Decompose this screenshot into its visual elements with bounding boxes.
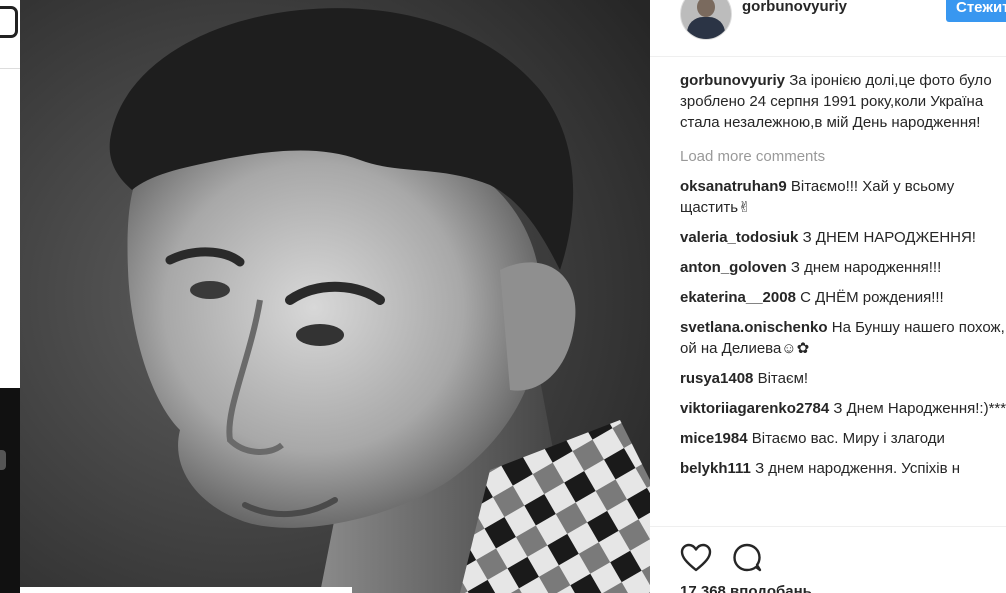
comment-item: mice1984 Вітаємо вас. Миру і злагоди [680, 428, 1006, 449]
comment-text: З днем народження!!! [790, 259, 942, 276]
background-thumbnail [0, 388, 20, 593]
comment-item: valeria_todosiuk З ДНЕМ НАРОДЖЕННЯ! [680, 227, 1006, 248]
comment-text: С ДНЁМ рождения!!! [800, 289, 944, 306]
comment-item: anton_goloven З днем народження!!! [680, 257, 1006, 278]
divider [0, 68, 20, 69]
portrait-image [20, 0, 650, 593]
avatar[interactable] [680, 0, 732, 40]
comment-item: ekaterina__2008 С ДНЁМ рождения!!! [680, 287, 1006, 308]
likes-count[interactable]: 17 368 вподобань [680, 583, 812, 593]
post-photo[interactable] [20, 0, 650, 593]
instagram-logo-icon [0, 6, 18, 38]
load-more-comments-button[interactable]: Load more comments [680, 146, 1006, 167]
comment-username[interactable]: anton_goloven [680, 259, 787, 276]
post-side-panel: gorbunovyuriy Стежити gorbunovyuriy За і… [650, 0, 1006, 593]
comment-text: Вітаєм! [757, 370, 809, 387]
comment-item: viktoriiagarenko2784 З Днем Народження!:… [680, 398, 1006, 419]
comment-username[interactable]: rusya1408 [680, 370, 753, 387]
comment-text: З днем народження. Успіхів н [755, 460, 961, 477]
heart-icon[interactable] [680, 543, 712, 578]
comment-username[interactable]: oksanatruhan9 [680, 178, 787, 195]
comment-item: svetlana.onischenko На Буншу нашего похо… [680, 317, 1006, 359]
comment-username[interactable]: belykh111 [680, 460, 751, 477]
comment-item: rusya1408 Вітаєм! [680, 368, 1006, 389]
photo-footer-bar [20, 587, 352, 593]
comment-username[interactable]: svetlana.onischenko [680, 319, 828, 336]
comment-text: З Днем Народження!:)*** [833, 400, 1006, 417]
post-header: gorbunovyuriy Стежити [650, 0, 1006, 57]
post-actions: 17 368 вподобань [650, 526, 1006, 593]
comments-list: gorbunovyuriy За іронією долі,це фото бу… [680, 70, 1006, 488]
comment-bubble-icon[interactable] [732, 543, 764, 578]
comment-item: oksanatruhan9 Вітаємо!!! Хай у всьому ща… [680, 176, 1006, 218]
post-caption: gorbunovyuriy За іронією долі,це фото бу… [680, 70, 1006, 133]
comment-username[interactable]: ekaterina__2008 [680, 289, 796, 306]
comment-text: Вітаємо вас. Миру і злагоди [751, 430, 945, 447]
username-link[interactable]: gorbunovyuriy [742, 0, 847, 15]
caption-username[interactable]: gorbunovyuriy [680, 72, 785, 89]
comment-text: З ДНЕМ НАРОДЖЕННЯ! [802, 229, 976, 246]
background-page-strip [0, 0, 20, 593]
follow-button[interactable]: Стежити [946, 0, 1006, 22]
comment-item: belykh111 З днем народження. Успіхів н [680, 458, 1006, 479]
comment-username[interactable]: mice1984 [680, 430, 748, 447]
comment-username[interactable]: valeria_todosiuk [680, 229, 798, 246]
comment-username[interactable]: viktoriiagarenko2784 [680, 400, 829, 417]
